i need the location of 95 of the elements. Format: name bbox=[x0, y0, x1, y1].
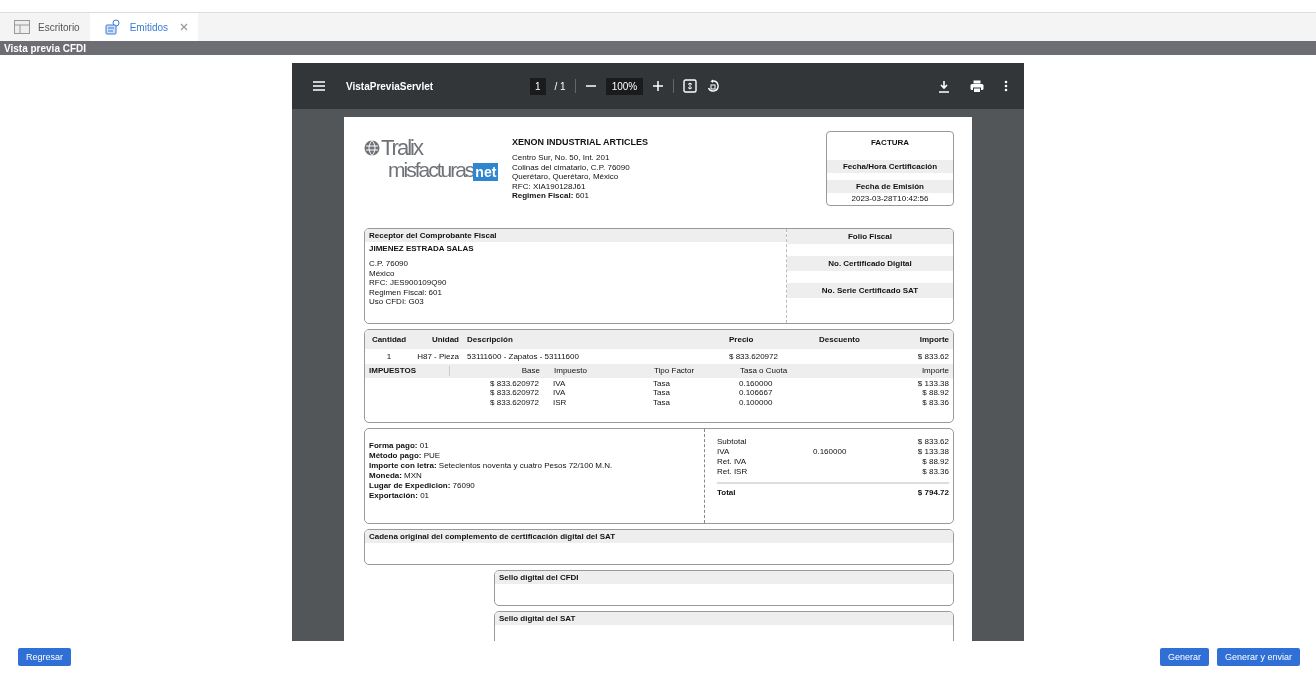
column-header: Tasa o Cuota bbox=[740, 366, 789, 376]
table-cell-text: Tasa bbox=[653, 378, 671, 388]
table-cell-text: 0.100000 bbox=[739, 397, 774, 407]
section-title: Sello digital del SAT bbox=[495, 612, 953, 625]
print-icon[interactable] bbox=[970, 79, 984, 93]
field-label: Fecha de Emisión bbox=[827, 180, 953, 193]
table-cell-text: $ 88.92 bbox=[921, 388, 949, 398]
zoom-field[interactable]: 100% bbox=[605, 77, 644, 95]
receptor-detail-line: Regimen Fiscal: 601 bbox=[369, 287, 443, 297]
total-label: Total bbox=[717, 488, 737, 498]
payment-detail: Forma pago: 01 bbox=[369, 441, 430, 451]
tab[interactable]: Emitidos bbox=[89, 13, 199, 41]
invoice-type: FACTURA bbox=[869, 137, 911, 149]
issuer-address-line: Centro Sur, No. 50, Int. 201 bbox=[512, 153, 611, 163]
table-cell-text: 0.106667 bbox=[739, 388, 774, 398]
table-cell-text: 0.160000 bbox=[739, 378, 774, 388]
logo-badge: net bbox=[473, 163, 499, 181]
receptor-name: JIMENEZ ESTRADA SALAS bbox=[368, 243, 475, 255]
issuer-name: XENON INDUSTRIAL ARTICLES bbox=[512, 137, 649, 147]
total-value: $ 88.92 bbox=[922, 457, 949, 467]
column-header: Descripción bbox=[467, 335, 514, 344]
total-value: $ 833.62 bbox=[917, 437, 949, 447]
column-header: Importe bbox=[920, 366, 949, 376]
column-header: Importe bbox=[918, 335, 949, 344]
layout-icon bbox=[14, 20, 30, 34]
column-header: Tipo Factor bbox=[654, 366, 696, 376]
document-title: VistaPreviaServlet bbox=[346, 80, 434, 92]
column-header: Impuesto bbox=[554, 366, 588, 376]
section-title: Cadena original del complemento de certificación digital del SAT bbox=[365, 530, 953, 543]
receptor-detail-line: RFC: JES900109Q90 bbox=[369, 278, 448, 288]
logo-text: misfacturas bbox=[388, 159, 474, 181]
table-cell-text: $ 83.36 bbox=[921, 397, 949, 407]
tax-rate: 0.160000 bbox=[812, 447, 848, 457]
table-cell-text: IVA bbox=[553, 388, 567, 398]
field-label: Folio Fiscal bbox=[787, 229, 953, 244]
more-icon[interactable] bbox=[1004, 80, 1008, 92]
table-cell-text: 1 bbox=[385, 352, 393, 361]
column-header: Base bbox=[520, 366, 541, 376]
panel-title: Vista previa CFDI bbox=[4, 42, 87, 54]
page-total: / 1 bbox=[554, 80, 566, 92]
table-cell-text: 53111600 - Zapatos - 53111600 bbox=[467, 352, 580, 361]
tab[interactable]: Escritorio bbox=[0, 13, 90, 41]
table-cell-text: ISR bbox=[553, 397, 568, 407]
receptor-detail-line: Uso CFDI: G03 bbox=[369, 297, 425, 307]
total-value: $ 794.72 bbox=[917, 488, 949, 498]
close-icon[interactable] bbox=[180, 23, 189, 31]
download-icon[interactable] bbox=[938, 79, 950, 93]
column-header: Descuento bbox=[819, 335, 861, 344]
issuer-regime: Regimen Fiscal: 601 bbox=[512, 191, 590, 201]
table-cell-text: Tasa bbox=[653, 388, 671, 398]
table-cell-text: $ 833.620972 bbox=[489, 378, 540, 388]
payment-detail: Lugar de Expedicion: 76090 bbox=[369, 481, 476, 491]
zoom-in-icon[interactable] bbox=[652, 80, 665, 92]
issuer-address-line: Querétaro, Querétaro, México bbox=[512, 172, 620, 182]
column-header: Precio bbox=[729, 335, 755, 344]
section-title: Receptor del Comprobante Fiscal bbox=[365, 229, 786, 242]
logo-text: Tralix bbox=[381, 137, 422, 159]
table-cell-text: IVA bbox=[553, 378, 567, 388]
total-label: Subtotal bbox=[717, 437, 748, 447]
field-label: No. Serie Certificado SAT bbox=[787, 283, 953, 298]
table-cell-text: $ 833.620972 bbox=[489, 397, 540, 407]
emission-date: 2023-03-28T10:42:56 bbox=[850, 193, 930, 205]
page-number-field[interactable]: 1 bbox=[530, 77, 546, 95]
issuer-address-line: Colinas del cimatario, C.P. 76090 bbox=[512, 162, 631, 172]
table-cell-text: H87 - Pieza bbox=[416, 352, 460, 361]
table-cell-text: Tasa bbox=[653, 397, 671, 407]
payment-detail: Método pago: PUE bbox=[369, 451, 442, 461]
field-label: Fecha/Hora Certificación bbox=[827, 160, 953, 173]
total-value: $ 83.36 bbox=[922, 467, 949, 477]
table-cell-text: $ 833.620972 bbox=[729, 352, 779, 361]
generate-send-button[interactable]: Generar y enviar bbox=[1216, 647, 1300, 666]
total-label: Ret. ISR bbox=[717, 467, 749, 477]
menu-icon[interactable] bbox=[312, 80, 326, 92]
table-cell-text: $ 833.62 bbox=[916, 352, 949, 361]
payment-detail: Importe con letra: Setecientos noventa y cuatro Pesos 72/100 M.N. bbox=[369, 461, 614, 471]
tax-title: IMPUESTOS bbox=[369, 366, 450, 376]
column-header: Unidad bbox=[430, 335, 460, 344]
globe-icon bbox=[364, 140, 380, 156]
receptor-detail-line: C.P. 76090 bbox=[369, 259, 409, 269]
total-value: $ 133.38 bbox=[917, 447, 949, 457]
rotate-icon[interactable] bbox=[706, 79, 721, 93]
back-button[interactable]: Regresar bbox=[18, 647, 71, 666]
receptor-detail-line: México bbox=[369, 268, 396, 278]
payment-detail: Moneda: MXN bbox=[369, 471, 423, 481]
section-title: Sello digital del CFDI bbox=[495, 571, 953, 584]
payment-detail: Exportación: 01 bbox=[369, 491, 431, 501]
generate-button[interactable]: Generar bbox=[1159, 647, 1209, 666]
table-cell-text: $ 833.620972 bbox=[489, 388, 540, 398]
column-header: Cantidad bbox=[370, 335, 408, 344]
total-label: Ret. IVA bbox=[717, 457, 748, 467]
issuer-address-line: RFC: XIA190128J61 bbox=[512, 181, 587, 191]
field-label: No. Certificado Digital bbox=[787, 256, 953, 271]
table-cell-text: $ 133.38 bbox=[916, 378, 949, 388]
fit-page-icon[interactable] bbox=[683, 79, 698, 93]
total-label: IVA bbox=[717, 447, 731, 457]
